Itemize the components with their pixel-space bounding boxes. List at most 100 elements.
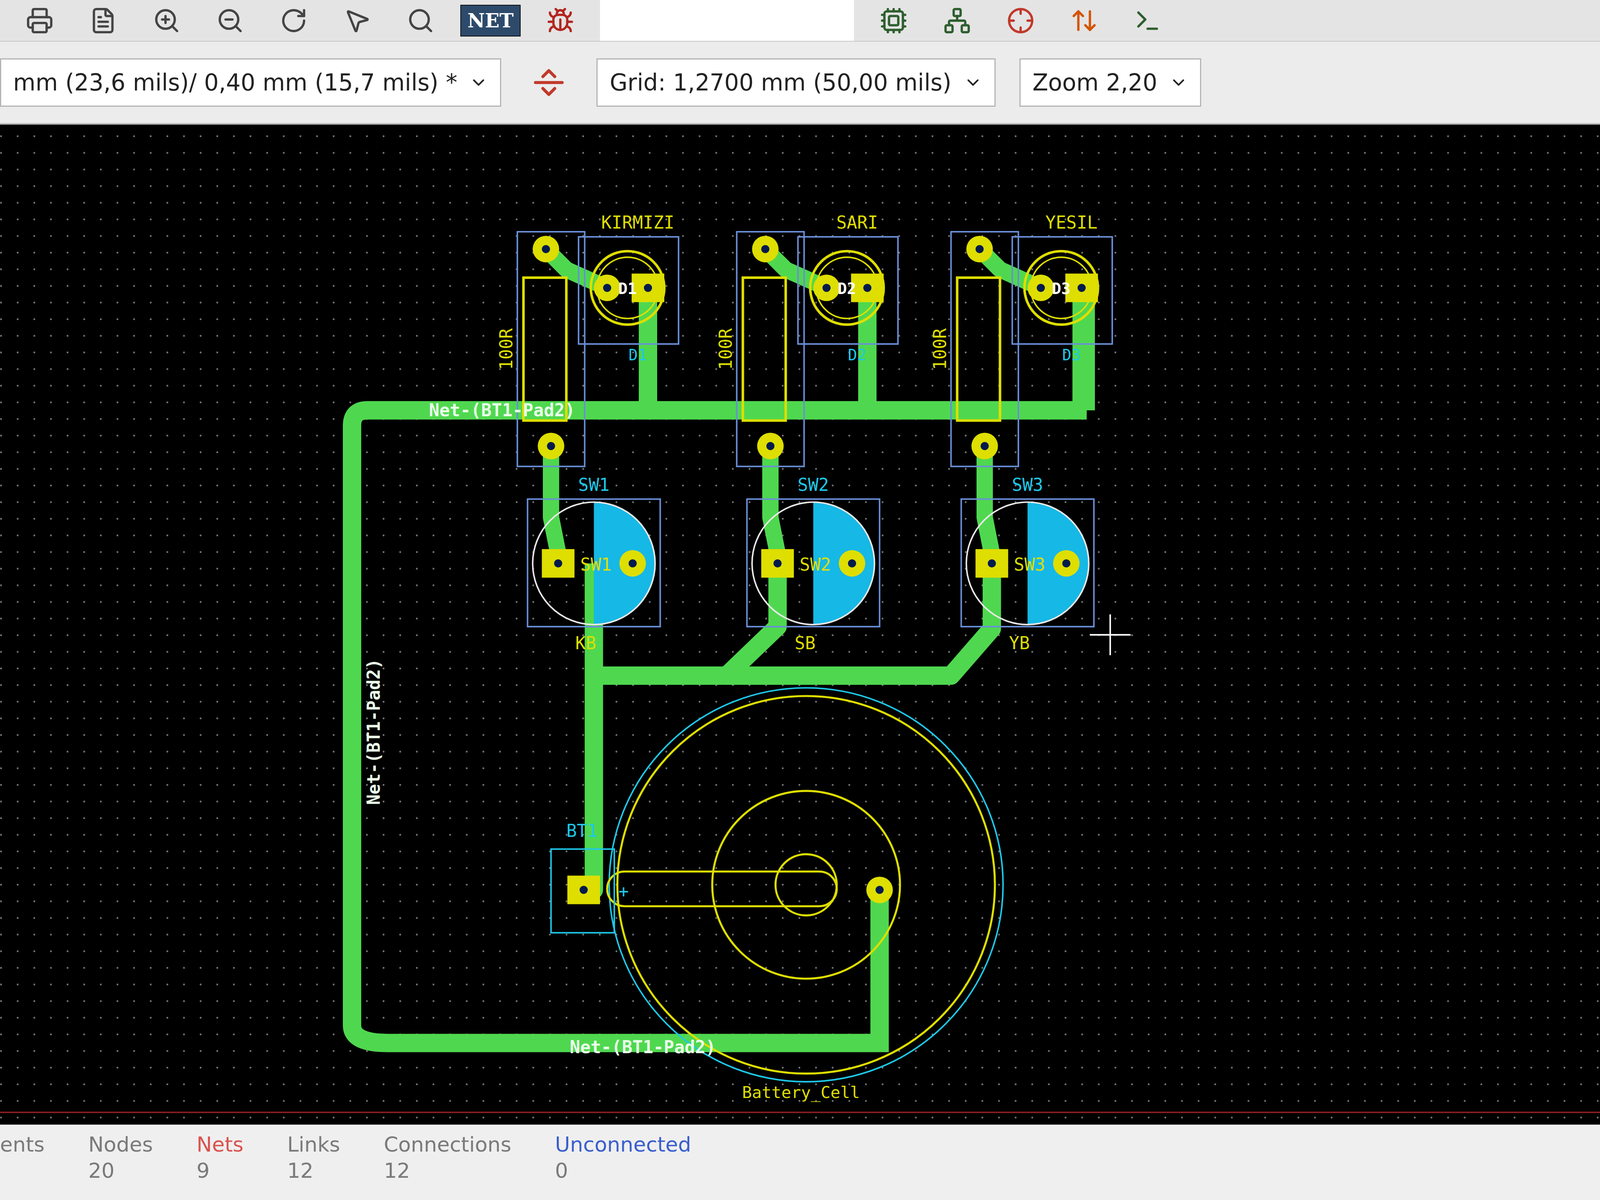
scripting-button[interactable]: [1123, 2, 1172, 39]
switch-pad[interactable]: [1053, 550, 1080, 577]
resistor-pad[interactable]: [966, 235, 993, 263]
drill-hole: [603, 283, 612, 293]
switch-courtyard: [746, 499, 880, 627]
drill-hole: [546, 442, 556, 451]
drc-button[interactable]: [536, 2, 585, 39]
switch-ref: SW3: [1011, 474, 1044, 495]
trace: [583, 563, 595, 891]
redraw-button[interactable]: [269, 2, 318, 39]
network-icon: [943, 6, 972, 35]
track-width-button[interactable]: [525, 64, 573, 101]
pad-round: [532, 235, 560, 263]
battery-outline: [617, 696, 995, 1074]
status-value: 9: [196, 1158, 244, 1183]
status-item: Links12: [287, 1132, 341, 1183]
switch-outline: [751, 501, 875, 625]
pad-round: [751, 235, 779, 263]
switch-pad[interactable]: [975, 549, 1008, 578]
track-via-value: mm (23,6 mils)/ 0,40 mm (15,7 mils) *: [13, 69, 458, 97]
drill-hole: [766, 442, 775, 451]
pad-round: [757, 432, 784, 460]
drill-hole: [773, 559, 782, 568]
drill-hole: [628, 559, 637, 568]
battery-ref: BT1: [566, 820, 598, 841]
led-outline: [596, 257, 658, 319]
pcb-canvas[interactable]: 100RD1KIRMIZID1SW1SW1KB100RD2SARID2SW2SW…: [0, 124, 1600, 1125]
led-pad[interactable]: [813, 274, 840, 302]
pad-square: [541, 549, 575, 578]
zoom-in-button[interactable]: [142, 2, 191, 39]
bug-icon: [546, 6, 575, 35]
led-pad-ref: D1: [618, 279, 637, 298]
route-button[interactable]: [1060, 2, 1108, 39]
status-bar: entsNodes20Nets9Links12Connections12Unco…: [0, 1124, 1600, 1200]
drill-hole: [975, 244, 984, 254]
options-toolbar: mm (23,6 mils)/ 0,40 mm (15,7 mils) * Gri…: [0, 41, 1600, 125]
drill-hole: [1077, 283, 1086, 293]
zoom-out-button[interactable]: [206, 2, 254, 39]
pad-round: [1027, 274, 1054, 302]
zoom-value: Zoom 2,20: [1032, 69, 1158, 97]
resistor-pad[interactable]: [532, 235, 560, 263]
switch-outline: [532, 501, 656, 625]
status-label: Links: [287, 1132, 341, 1157]
led-outline: [810, 251, 884, 325]
plot-button[interactable]: [79, 2, 127, 39]
resistor-pad[interactable]: [971, 432, 999, 460]
terminal-icon: [1133, 6, 1162, 35]
footprint-editor-button[interactable]: [869, 2, 918, 39]
battery-pad-2[interactable]: [866, 876, 893, 904]
resistor-pad[interactable]: [757, 432, 784, 460]
pad-square: [761, 549, 794, 578]
pad-round: [1053, 550, 1080, 577]
led-courtyard: [798, 236, 899, 345]
zoom-select[interactable]: Zoom 2,20: [1019, 58, 1202, 107]
drill-hole: [875, 885, 884, 895]
chip-icon: [879, 6, 908, 35]
drill-hole: [1062, 559, 1071, 568]
find-button[interactable]: [396, 2, 445, 39]
document-icon: [89, 6, 118, 35]
track-via-select[interactable]: mm (23,6 mils)/ 0,40 mm (15,7 mils) *: [0, 58, 502, 107]
status-item: Connections12: [383, 1132, 512, 1183]
status-value: 12: [383, 1158, 512, 1183]
led-pad[interactable]: [1027, 274, 1054, 302]
ratsnest-button[interactable]: [933, 2, 981, 39]
toolbar-field[interactable]: [600, 0, 854, 41]
status-label: Nets: [196, 1132, 244, 1157]
resistor-pad[interactable]: [751, 235, 779, 263]
led-label: KIRMIZI: [601, 212, 675, 233]
pad-square: [567, 875, 600, 905]
select-button[interactable]: [333, 2, 381, 39]
channel-group: 100RD2SARID2SW2SW2SB: [715, 212, 899, 653]
switch-pad[interactable]: [838, 550, 866, 577]
resistor-pad[interactable]: [537, 432, 565, 460]
switch-pad[interactable]: [619, 550, 647, 577]
track-width-icon: [530, 64, 567, 101]
switch-pad-ref: SW3: [1013, 554, 1046, 575]
grid-select[interactable]: Grid: 1,2700 mm (50,00 mils): [596, 58, 996, 107]
net-label: Net-(BT1-Pad2): [363, 658, 384, 805]
net-label: Net-(BT1-Pad2): [428, 400, 575, 421]
battery-courtyard: [609, 687, 1004, 1082]
switch-pad[interactable]: [541, 549, 575, 578]
pad-round: [866, 876, 893, 904]
resistor-body: [742, 277, 786, 421]
switch-pad-ref: SW2: [799, 554, 831, 575]
switch-pad-ref: SW1: [580, 554, 612, 575]
status-item: Unconnected0: [555, 1132, 692, 1183]
led-ref: D1: [628, 346, 647, 364]
autoplace-button[interactable]: [996, 2, 1045, 39]
led-outline: [590, 251, 665, 325]
battery-tab-outline: [551, 849, 615, 933]
print-button[interactable]: [15, 2, 64, 39]
netlist-button[interactable]: NET: [460, 4, 521, 37]
button-label: YB: [1009, 632, 1031, 654]
resistor-body: [523, 277, 567, 421]
led-pad[interactable]: [594, 274, 621, 302]
switch-pad[interactable]: [761, 549, 794, 578]
zoom-out-icon: [216, 6, 245, 35]
led-courtyard: [578, 236, 679, 345]
battery-pad-plus[interactable]: [567, 875, 600, 905]
trace: [551, 446, 559, 564]
